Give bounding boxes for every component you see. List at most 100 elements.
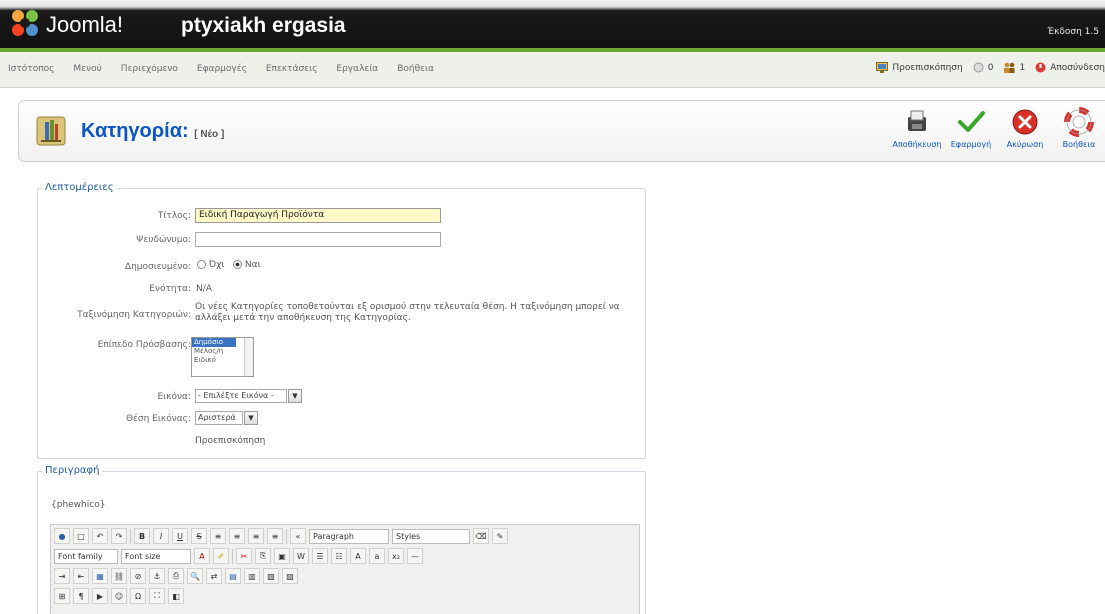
checkmark-icon: [958, 111, 985, 132]
blockquote-icon[interactable]: «: [290, 528, 306, 544]
anchor-icon[interactable]: ⚓: [149, 568, 165, 584]
print-icon[interactable]: ⎙: [168, 568, 184, 584]
align-left-icon[interactable]: ≡: [210, 528, 226, 544]
menu-item-menus[interactable]: Μενού: [73, 64, 101, 74]
replace-icon[interactable]: ⇄: [206, 568, 222, 584]
merge-cells-icon[interactable]: ▨: [282, 568, 298, 584]
emotions-icon[interactable]: ☺: [111, 588, 127, 604]
users-count[interactable]: 1: [1003, 62, 1025, 73]
bold-icon[interactable]: B: [134, 528, 150, 544]
font-size-up-icon[interactable]: A: [350, 548, 366, 564]
bullet-list-icon[interactable]: ☰: [312, 548, 328, 564]
align-right-icon[interactable]: ≡: [248, 528, 264, 544]
menu-item-extensions[interactable]: Επεκτάσεις: [266, 64, 318, 74]
subscript-icon[interactable]: x₂: [388, 548, 404, 564]
published-no-label: Όχι: [208, 260, 225, 270]
image-position-select[interactable]: Αριστερά ▼: [195, 411, 258, 425]
editor-toolbar-row-1: ● □ ↶ ↷ B I U S ≡ ≡ ≡ ≡ « Paragraph Styl…: [54, 527, 508, 545]
published-radios: Όχι Ναι: [197, 260, 261, 270]
align-justify-icon[interactable]: ≡: [267, 528, 283, 544]
font-size-down-icon[interactable]: a: [369, 548, 385, 564]
layer-icon[interactable]: ◧: [168, 588, 184, 604]
styles-select[interactable]: Styles: [392, 528, 470, 544]
ordering-label: Ταξινόμηση Κατηγοριών:: [77, 310, 191, 320]
messages-count[interactable]: 0: [973, 62, 994, 73]
link-icon[interactable]: ⛓: [111, 568, 127, 584]
access-listbox[interactable]: Δημόσιο Μέλος/η Ειδικό: [191, 337, 254, 377]
unlink-icon[interactable]: ⊘: [130, 568, 146, 584]
visual-aid-icon[interactable]: ⊞: [54, 588, 70, 604]
undo-icon[interactable]: ↶: [92, 528, 108, 544]
access-option-public[interactable]: Δημόσιο: [192, 338, 236, 347]
cut-icon[interactable]: ✂: [236, 548, 252, 564]
title-input[interactable]: Ειδική Παραγωγή Προϊόντα: [195, 208, 441, 223]
main-menubar: Ιστότοπος Μενού Περιεχόμενο Εφαρμογές Επ…: [0, 52, 1105, 88]
page-title-main: Κατηγορία:: [81, 120, 189, 142]
underline-icon[interactable]: U: [172, 528, 188, 544]
outdent-icon[interactable]: ⇤: [73, 568, 89, 584]
access-listbox-scrollbar[interactable]: [244, 338, 253, 376]
published-yes-radio[interactable]: [233, 260, 243, 269]
separator: [130, 528, 131, 544]
published-no-radio[interactable]: [197, 260, 206, 269]
logout-link[interactable]: Αποσύνδεση: [1035, 62, 1105, 73]
media-icon[interactable]: ▶: [92, 588, 108, 604]
help-button[interactable]: Βοήθεια: [1053, 107, 1105, 149]
menu-item-help[interactable]: Βοήθεια: [397, 64, 434, 74]
align-center-icon[interactable]: ≡: [229, 528, 245, 544]
font-family-select[interactable]: Font family: [54, 548, 118, 564]
site-name: ptyxiakh ergasia: [181, 14, 346, 37]
find-icon[interactable]: 🔍: [187, 568, 203, 584]
horizontal-rule-icon[interactable]: —: [407, 548, 423, 564]
messages-value: 0: [987, 62, 994, 73]
save-button[interactable]: Αποθήκευση: [891, 107, 943, 149]
menu-item-components[interactable]: Εφαρμογές: [197, 64, 247, 74]
paste-icon[interactable]: ▣: [274, 548, 290, 564]
cancel-button[interactable]: Ακύρωση: [999, 107, 1051, 149]
published-label: Δημοσιευμένο:: [124, 262, 191, 272]
preview-icon: [876, 62, 889, 73]
joomla-brand: Joomla!: [46, 12, 124, 37]
table-icon[interactable]: ▤: [225, 568, 241, 584]
cleanup-icon[interactable]: ⌫: [473, 528, 489, 544]
brush-icon[interactable]: ✎: [492, 528, 508, 544]
menu-item-content[interactable]: Περιεχόμενο: [121, 64, 178, 74]
numbered-list-icon[interactable]: ☷: [331, 548, 347, 564]
redo-icon[interactable]: ↷: [111, 528, 127, 544]
details-legend: Λεπτομέρειες: [42, 182, 117, 193]
description-fieldset: Περιγραφή {phewhico} ● □ ↶ ↷ B I U S ≡ ≡…: [37, 465, 646, 614]
alias-input[interactable]: [195, 232, 441, 247]
top-header: Joomla! ptyxiakh ergasia Έκδοση 1.5: [0, 0, 1105, 48]
about-icon[interactable]: ●: [54, 528, 70, 544]
format-select[interactable]: Paragraph: [309, 528, 389, 544]
font-size-select[interactable]: Font size: [121, 548, 191, 564]
copy-icon[interactable]: ⎘: [255, 548, 271, 564]
version-label: Έκδοση 1.5: [1047, 27, 1099, 37]
page-title-sub: [ Νέο ]: [194, 129, 225, 140]
fullscreen-icon[interactable]: ⛶: [149, 588, 165, 604]
menu-item-site[interactable]: Ιστότοπος: [8, 64, 54, 74]
chevron-down-icon[interactable]: ▼: [288, 389, 302, 403]
new-document-icon[interactable]: □: [73, 528, 89, 544]
highlight-icon[interactable]: ✐: [213, 548, 229, 564]
paste-word-icon[interactable]: W: [293, 548, 309, 564]
chevron-down-icon[interactable]: ▼: [244, 411, 258, 425]
image-select[interactable]: - Επιλέξτε Εικόνα - ▼: [195, 389, 302, 403]
text-color-icon[interactable]: A: [194, 548, 210, 564]
separator: [286, 528, 287, 544]
menu-item-tools[interactable]: Εργαλεία: [336, 64, 378, 74]
apply-button[interactable]: Εφαρμογή: [945, 107, 997, 149]
category-icon: [36, 116, 66, 146]
table-col-icon[interactable]: ▧: [263, 568, 279, 584]
image-insert-icon[interactable]: ▦: [92, 568, 108, 584]
paragraph-icon[interactable]: ¶: [73, 588, 89, 604]
italic-icon[interactable]: I: [153, 528, 169, 544]
preview-link[interactable]: Προεπισκόπηση: [876, 62, 963, 73]
indent-icon[interactable]: ⇥: [54, 568, 70, 584]
strikethrough-icon[interactable]: S: [191, 528, 207, 544]
cancel-icon: [1012, 109, 1038, 135]
table-row-icon[interactable]: ▥: [244, 568, 260, 584]
description-legend: Περιγραφή: [42, 465, 103, 476]
char-map-icon[interactable]: Ω: [130, 588, 146, 604]
title-label: Τίτλος:: [157, 211, 191, 221]
